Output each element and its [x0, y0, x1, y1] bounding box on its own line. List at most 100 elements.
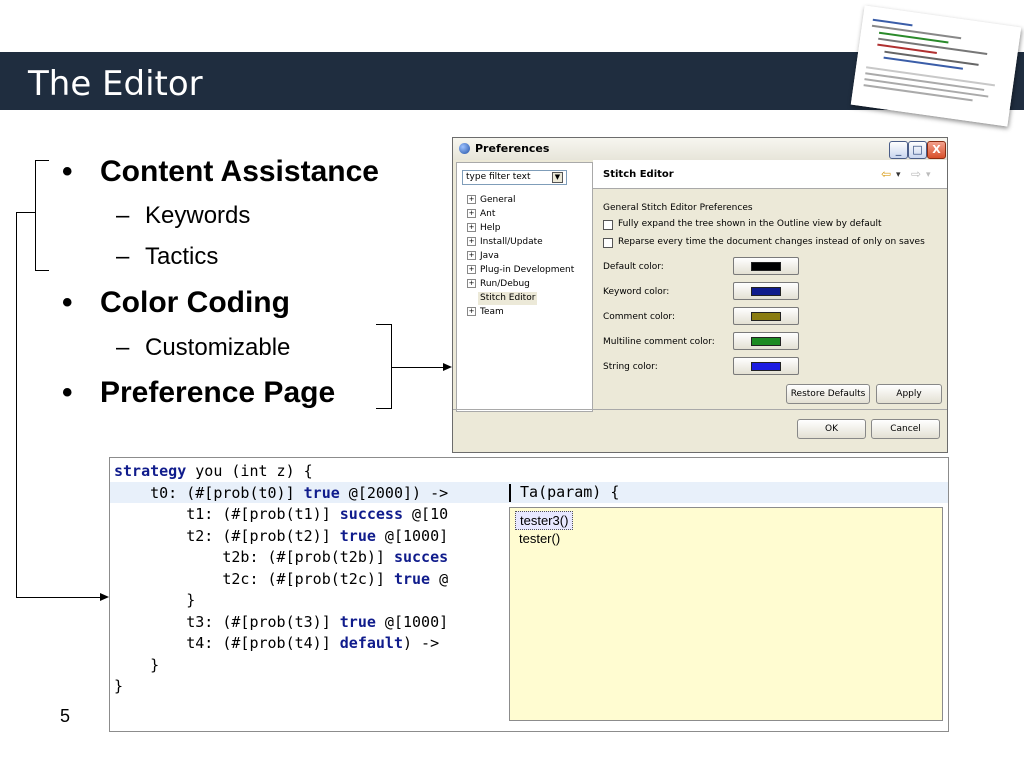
bullet-label: Color Coding — [100, 286, 290, 319]
keyword-color-button[interactable] — [733, 282, 799, 300]
tree-item-install-update[interactable]: + Install/Update — [467, 236, 543, 249]
connector-line — [16, 212, 35, 213]
checkbox-label: Fully expand the tree shown in the Outli… — [618, 219, 882, 229]
connector-line — [16, 597, 102, 598]
bracket-right-bottom — [376, 408, 392, 409]
code-line: t2: (#[prob(t2)] true @[1000] — [114, 526, 448, 547]
close-button[interactable]: X — [927, 141, 946, 159]
multiline-comment-color-button[interactable] — [733, 332, 799, 350]
expand-icon[interactable]: + — [467, 251, 476, 260]
keyword-color-label: Keyword color: — [603, 287, 670, 297]
minimize-button[interactable]: _ — [889, 141, 908, 159]
subitem-marker: – — [116, 202, 130, 229]
tree-item-plugin-development[interactable]: + Plug-in Development — [467, 264, 574, 277]
subitem-label: Tactics — [145, 243, 219, 270]
bullet-label: Preference Page — [100, 376, 336, 409]
preference-page: Stitch Editor ⇦ ▾ ⇨ ▾ General Stitch Edi… — [593, 160, 947, 410]
preferences-tree: type filter text ▼ + General + Ant + Help +… — [456, 162, 593, 412]
color-swatch — [751, 287, 781, 296]
filter-text: type filter text — [466, 172, 531, 182]
completion-item[interactable]: tester() — [515, 530, 564, 547]
filter-combo[interactable]: type filter text ▼ — [462, 170, 567, 185]
code-line: t2b: (#[prob(t2b)] succes — [114, 547, 448, 568]
arrow-to-editor — [100, 593, 109, 601]
expand-icon[interactable]: + — [467, 265, 476, 274]
expand-icon[interactable]: + — [467, 209, 476, 218]
tree-item-label: Help — [480, 223, 501, 233]
bullet-marker: • — [62, 286, 73, 319]
page-header: Stitch Editor ⇦ ▾ ⇨ ▾ — [593, 160, 947, 189]
back-arrow-icon[interactable]: ⇦ — [881, 167, 891, 181]
tree-item-run-debug[interactable]: + Run/Debug — [467, 278, 530, 291]
code-token: t3: (#[prob(t3)] — [114, 612, 340, 631]
keyword-token: true — [393, 569, 431, 588]
code-line: t0: (#[prob(t0)] true @[2000]) -> — [114, 483, 448, 504]
eclipse-icon — [459, 143, 470, 154]
ok-button[interactable]: OK — [797, 419, 866, 439]
comment-color-button[interactable] — [733, 307, 799, 325]
checkbox-expand-tree[interactable] — [603, 220, 613, 230]
forward-menu-icon[interactable]: ▾ — [926, 170, 931, 180]
code-token: } — [114, 591, 196, 609]
bracket-left-vertical — [35, 160, 36, 271]
color-swatch — [751, 312, 781, 321]
code-line: t2c: (#[prob(t2c)] true @ — [114, 569, 448, 590]
bracket-right-top — [376, 324, 392, 325]
checkbox-reparse[interactable] — [603, 238, 613, 248]
tree-item-label: Install/Update — [480, 237, 543, 247]
slide-title: The Editor — [28, 64, 203, 104]
tree-item-label: Ant — [480, 209, 496, 219]
bullet-label: Content Assistance — [100, 155, 379, 188]
maximize-button[interactable]: □ — [908, 141, 927, 159]
bracket-left-top — [35, 160, 49, 161]
code-token: t2: (#[prob(t2)] — [114, 526, 340, 545]
dropdown-arrow-icon[interactable]: ▼ — [552, 172, 563, 183]
apply-button[interactable]: Apply — [876, 384, 942, 404]
code-line: } — [114, 590, 195, 611]
keyword-token: strategy — [114, 462, 187, 480]
code-line: t3: (#[prob(t3)] true @[1000] — [114, 612, 448, 633]
default-color-button[interactable] — [733, 257, 799, 275]
page-description: General Stitch Editor Preferences — [603, 203, 753, 213]
tree-item-team[interactable]: + Team — [467, 306, 504, 319]
code-line: t1: (#[prob(t1)] success @[10 — [114, 504, 448, 525]
dialog-title-bar[interactable]: Preferences _ □ X — [453, 138, 947, 160]
keyword-token: true — [339, 612, 376, 631]
expand-icon[interactable]: + — [467, 223, 476, 232]
code-token: @[1000] — [375, 612, 449, 631]
completion-item[interactable]: tester3() — [515, 511, 574, 530]
tree-item-stitch-editor[interactable]: Stitch Editor — [478, 292, 538, 305]
code-token: you (int z) { — [186, 462, 313, 480]
tree-item-ant[interactable]: + Ant — [467, 208, 495, 221]
forward-arrow-icon[interactable]: ⇨ — [911, 167, 921, 181]
connector-line — [16, 212, 17, 597]
expand-icon[interactable]: + — [467, 307, 476, 316]
color-swatch — [751, 262, 781, 271]
back-menu-icon[interactable]: ▾ — [896, 170, 901, 180]
subitem-label: Keywords — [145, 202, 251, 229]
code-token: @[1000] — [375, 526, 449, 545]
code-token: } — [114, 655, 160, 674]
code-editor[interactable]: strategy you (int z) { t0: (#[prob(t0)] … — [109, 457, 949, 732]
cancel-button[interactable]: Cancel — [871, 419, 940, 439]
keyword-token: succes — [393, 548, 449, 566]
keyword-token: default — [339, 634, 403, 652]
tree-item-java[interactable]: + Java — [467, 250, 499, 263]
code-token: t1: (#[prob(t1)] — [114, 505, 340, 523]
expand-icon[interactable]: + — [467, 279, 476, 288]
tree-item-label: Plug-in Development — [480, 265, 575, 275]
string-color-label: String color: — [603, 362, 658, 372]
string-color-button[interactable] — [733, 357, 799, 375]
tree-item-general[interactable]: + General — [467, 194, 515, 207]
tree-item-help[interactable]: + Help — [467, 222, 501, 235]
tree-item-label: Run/Debug — [480, 279, 530, 289]
keyword-token: success — [339, 505, 403, 523]
code-token: t0: (#[prob(t0)] — [114, 483, 304, 502]
code-line: strategy you (int z) { — [114, 461, 313, 482]
code-token: } — [114, 677, 124, 695]
tree-item-label: Stitch Editor — [480, 293, 536, 303]
expand-icon[interactable]: + — [467, 237, 476, 246]
expand-icon[interactable]: + — [467, 195, 476, 204]
multiline-comment-color-label: Multiline comment color: — [603, 337, 715, 347]
restore-defaults-button[interactable]: Restore Defaults — [786, 384, 870, 404]
